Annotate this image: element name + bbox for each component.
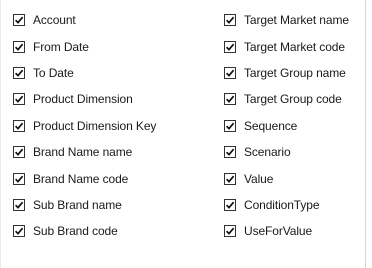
checkmark-icon xyxy=(14,148,24,156)
checkbox-item-account[interactable]: Account xyxy=(13,7,156,33)
checkbox-item-use-for-value[interactable]: UseForValue xyxy=(224,218,349,244)
checkbox-item-from-date[interactable]: From Date xyxy=(13,33,156,59)
checkbox[interactable] xyxy=(224,93,236,106)
checkbox[interactable] xyxy=(13,198,25,211)
checkmark-icon xyxy=(14,122,24,130)
checkbox-label: Target Group name xyxy=(244,65,346,80)
checkmark-icon xyxy=(14,175,24,183)
checkbox[interactable] xyxy=(13,146,25,159)
checkbox[interactable] xyxy=(224,66,236,79)
checkbox[interactable] xyxy=(13,93,25,106)
checkbox[interactable] xyxy=(13,119,25,132)
checkmark-icon xyxy=(225,148,235,156)
checkbox[interactable] xyxy=(13,40,25,53)
checkbox[interactable] xyxy=(224,119,236,132)
checkbox[interactable] xyxy=(224,40,236,53)
checkbox-label: Sub Brand name xyxy=(33,197,122,212)
checkbox-label: Account xyxy=(33,13,76,28)
checkbox[interactable] xyxy=(224,146,236,159)
checkbox-item-value[interactable]: Value xyxy=(224,165,349,191)
checkbox[interactable] xyxy=(13,14,25,27)
checkbox-label: Brand Name code xyxy=(33,171,129,186)
checkbox-item-product-dimension[interactable]: Product Dimension xyxy=(13,86,156,112)
checkbox[interactable] xyxy=(13,225,25,238)
checkmark-icon xyxy=(225,201,235,209)
checkmark-icon xyxy=(225,227,235,236)
checkbox-label: Product Dimension xyxy=(33,92,133,107)
checkmark-icon xyxy=(14,43,24,51)
checkbox[interactable] xyxy=(224,225,236,238)
checkbox-item-product-dimension-key[interactable]: Product Dimension Key xyxy=(13,113,156,139)
checkbox-label: ConditionType xyxy=(244,197,320,212)
checkbox-item-scenario[interactable]: Scenario xyxy=(224,139,349,165)
checkmark-icon xyxy=(225,16,235,25)
checkmark-icon xyxy=(14,96,24,104)
checkbox-item-target-group-code[interactable]: Target Group code xyxy=(224,86,349,112)
checkbox-label: From Date xyxy=(33,39,89,54)
checkbox-item-target-group-name[interactable]: Target Group name xyxy=(224,60,349,86)
checkmark-icon xyxy=(14,16,24,25)
checkmark-icon xyxy=(14,201,24,209)
checkmark-icon xyxy=(225,96,235,104)
checkbox-item-sub-brand-name[interactable]: Sub Brand name xyxy=(13,192,156,218)
checkmark-icon xyxy=(14,227,24,236)
checkmark-icon xyxy=(225,122,235,130)
checkbox-label: Product Dimension Key xyxy=(33,118,157,133)
checkmark-icon xyxy=(14,69,24,77)
checkbox[interactable] xyxy=(224,172,236,185)
column-selector-panel: Account From Date To Date Product Dimens… xyxy=(0,0,366,268)
checkbox-item-condition-type[interactable]: ConditionType xyxy=(224,192,349,218)
checkbox-label: Sub Brand code xyxy=(33,224,118,239)
checkmark-icon xyxy=(225,175,235,183)
checkbox[interactable] xyxy=(13,172,25,185)
panel-left-border xyxy=(0,0,1,268)
checkbox-label: UseForValue xyxy=(244,224,313,239)
checkbox-label: Brand Name name xyxy=(33,145,133,160)
checkbox-label: Target Market code xyxy=(244,39,345,54)
right-checkbox-column: Target Market name Target Market code Ta… xyxy=(224,7,349,245)
checkmark-icon xyxy=(225,69,235,77)
left-checkbox-column: Account From Date To Date Product Dimens… xyxy=(13,7,156,245)
checkbox-label: To Date xyxy=(33,65,74,80)
checkbox-item-to-date[interactable]: To Date xyxy=(13,60,156,86)
checkbox-item-brand-name-name[interactable]: Brand Name name xyxy=(13,139,156,165)
checkbox-item-sub-brand-code[interactable]: Sub Brand code xyxy=(13,218,156,244)
checkbox[interactable] xyxy=(224,14,236,27)
checkbox-item-target-market-code[interactable]: Target Market code xyxy=(224,33,349,59)
checkbox-label: Target Group code xyxy=(244,92,342,107)
checkbox-label: Target Market name xyxy=(244,13,349,28)
checkbox[interactable] xyxy=(224,198,236,211)
checkmark-icon xyxy=(225,43,235,51)
checkbox[interactable] xyxy=(13,66,25,79)
checkbox-item-brand-name-code[interactable]: Brand Name code xyxy=(13,165,156,191)
checkbox-item-sequence[interactable]: Sequence xyxy=(224,113,349,139)
checkbox-item-target-market-name[interactable]: Target Market name xyxy=(224,7,349,33)
checkbox-label: Sequence xyxy=(244,118,298,133)
checkbox-label: Value xyxy=(244,171,274,186)
checkbox-label: Scenario xyxy=(244,145,291,160)
